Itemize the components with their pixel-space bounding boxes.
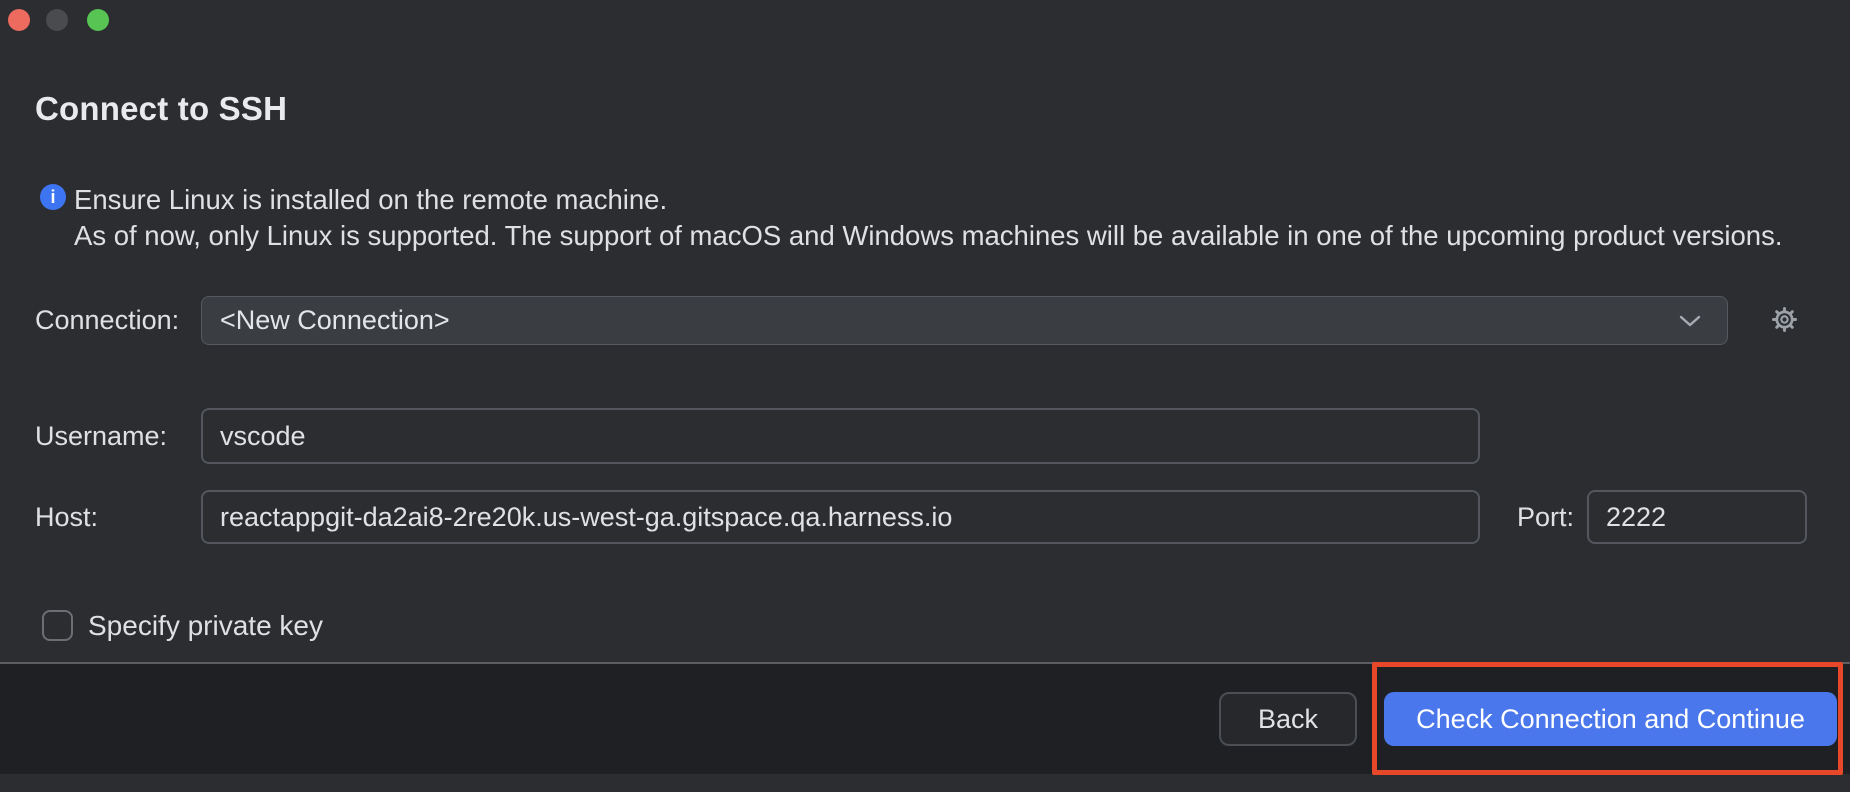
username-label: Username: — [35, 408, 167, 464]
connection-select[interactable]: <New Connection> — [201, 296, 1728, 345]
page-title: Connect to SSH — [35, 90, 287, 128]
info-line-2: As of now, only Linux is supported. The … — [74, 218, 1782, 254]
username-field[interactable] — [201, 408, 1480, 464]
connect-to-ssh-dialog: Connect to SSH i Ensure Linux is install… — [0, 0, 1850, 792]
minimize-window-button[interactable] — [46, 9, 68, 31]
connection-selected-value: <New Connection> — [220, 305, 1679, 336]
chevron-down-icon — [1679, 315, 1701, 327]
back-button[interactable]: Back — [1219, 692, 1357, 746]
connection-label: Connection: — [35, 296, 179, 345]
specify-private-key-label: Specify private key — [88, 610, 323, 641]
window-bottom-edge — [0, 774, 1850, 792]
gear-icon[interactable] — [1771, 306, 1798, 333]
port-label: Port: — [1517, 490, 1574, 544]
specify-private-key-checkbox[interactable] — [42, 610, 73, 641]
close-window-button[interactable] — [8, 9, 30, 31]
info-icon: i — [40, 184, 66, 210]
info-banner: Ensure Linux is installed on the remote … — [74, 182, 1782, 254]
host-field[interactable] — [201, 490, 1480, 544]
port-field[interactable] — [1587, 490, 1807, 544]
zoom-window-button[interactable] — [87, 9, 109, 31]
check-connection-and-continue-button[interactable]: Check Connection and Continue — [1384, 692, 1837, 746]
host-label: Host: — [35, 490, 98, 544]
info-line-1: Ensure Linux is installed on the remote … — [74, 182, 1782, 218]
